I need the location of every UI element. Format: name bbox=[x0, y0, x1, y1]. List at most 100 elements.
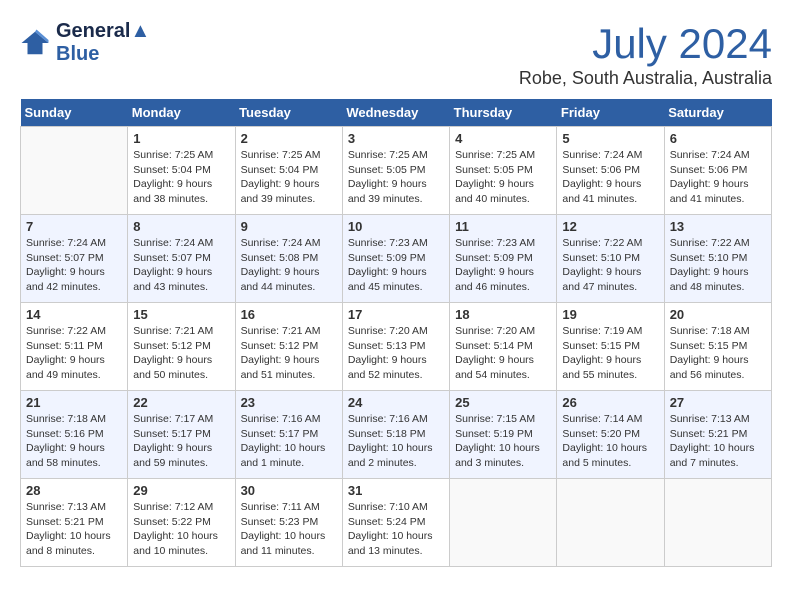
calendar-cell: 12 Sunrise: 7:22 AMSunset: 5:10 PMDayligh… bbox=[557, 215, 664, 303]
day-number: 29 bbox=[133, 483, 229, 498]
day-info: Sunrise: 7:23 AMSunset: 5:09 PMDaylight:… bbox=[348, 236, 444, 295]
day-number: 1 bbox=[133, 131, 229, 146]
day-number: 11 bbox=[455, 219, 551, 234]
day-info: Sunrise: 7:14 AMSunset: 5:20 PMDaylight:… bbox=[562, 412, 658, 471]
day-number: 5 bbox=[562, 131, 658, 146]
day-number: 4 bbox=[455, 131, 551, 146]
day-info: Sunrise: 7:18 AMSunset: 5:16 PMDaylight:… bbox=[26, 412, 122, 471]
day-number: 20 bbox=[670, 307, 766, 322]
calendar-cell: 24 Sunrise: 7:16 AMSunset: 5:18 PMDayligh… bbox=[342, 391, 449, 479]
calendar-day-header: Friday bbox=[557, 99, 664, 127]
day-info: Sunrise: 7:16 AMSunset: 5:17 PMDaylight:… bbox=[241, 412, 337, 471]
calendar-cell: 4Sunrise: 7:25 AMSunset: 5:05 PMDaylight… bbox=[450, 127, 557, 215]
day-info: Sunrise: 7:24 AMSunset: 5:06 PMDaylight:… bbox=[670, 148, 766, 207]
calendar-cell bbox=[557, 479, 664, 567]
calendar-header-row: SundayMondayTuesdayWednesdayThursdayFrid… bbox=[21, 99, 772, 127]
day-info: Sunrise: 7:23 AMSunset: 5:09 PMDaylight:… bbox=[455, 236, 551, 295]
calendar-week-row: 21 Sunrise: 7:18 AMSunset: 5:16 PMDayligh… bbox=[21, 391, 772, 479]
day-info: Sunrise: 7:24 AMSunset: 5:08 PMDaylight:… bbox=[241, 236, 337, 295]
day-number: 9 bbox=[241, 219, 337, 234]
day-number: 22 bbox=[133, 395, 229, 410]
day-info: Sunrise: 7:25 AMSunset: 5:04 PMDaylight:… bbox=[241, 148, 337, 207]
day-number: 24 bbox=[348, 395, 444, 410]
day-number: 3 bbox=[348, 131, 444, 146]
calendar-cell: 11 Sunrise: 7:23 AMSunset: 5:09 PMDayligh… bbox=[450, 215, 557, 303]
day-number: 25 bbox=[455, 395, 551, 410]
day-number: 18 bbox=[455, 307, 551, 322]
day-number: 19 bbox=[562, 307, 658, 322]
day-info: Sunrise: 7:21 AMSunset: 5:12 PMDaylight:… bbox=[241, 324, 337, 383]
day-info: Sunrise: 7:11 AMSunset: 5:23 PMDaylight:… bbox=[241, 500, 337, 559]
calendar-week-row: 7 Sunrise: 7:24 AMSunset: 5:07 PMDaylight… bbox=[21, 215, 772, 303]
day-info: Sunrise: 7:24 AMSunset: 5:07 PMDaylight:… bbox=[26, 236, 122, 295]
logo-text: General▲ Blue bbox=[56, 20, 150, 66]
logo: General▲ Blue bbox=[20, 20, 150, 66]
day-number: 8 bbox=[133, 219, 229, 234]
calendar-cell: 14 Sunrise: 7:22 AMSunset: 5:11 PMDayligh… bbox=[21, 303, 128, 391]
calendar-cell: 23 Sunrise: 7:16 AMSunset: 5:17 PMDayligh… bbox=[235, 391, 342, 479]
day-info: Sunrise: 7:22 AMSunset: 5:10 PMDaylight:… bbox=[670, 236, 766, 295]
day-info: Sunrise: 7:19 AMSunset: 5:15 PMDaylight:… bbox=[562, 324, 658, 383]
calendar-cell: 21 Sunrise: 7:18 AMSunset: 5:16 PMDayligh… bbox=[21, 391, 128, 479]
calendar-day-header: Sunday bbox=[21, 99, 128, 127]
day-info: Sunrise: 7:22 AMSunset: 5:10 PMDaylight:… bbox=[562, 236, 658, 295]
day-info: Sunrise: 7:13 AMSunset: 5:21 PMDaylight:… bbox=[670, 412, 766, 471]
day-number: 23 bbox=[241, 395, 337, 410]
calendar-cell: 22 Sunrise: 7:17 AMSunset: 5:17 PMDayligh… bbox=[128, 391, 235, 479]
day-info: Sunrise: 7:24 AMSunset: 5:06 PMDaylight:… bbox=[562, 148, 658, 207]
day-info: Sunrise: 7:20 AMSunset: 5:13 PMDaylight:… bbox=[348, 324, 444, 383]
day-number: 7 bbox=[26, 219, 122, 234]
day-number: 21 bbox=[26, 395, 122, 410]
calendar-cell: 7 Sunrise: 7:24 AMSunset: 5:07 PMDaylight… bbox=[21, 215, 128, 303]
day-info: Sunrise: 7:25 AMSunset: 5:05 PMDaylight:… bbox=[348, 148, 444, 207]
calendar-cell: 6Sunrise: 7:24 AMSunset: 5:06 PMDaylight… bbox=[664, 127, 771, 215]
calendar-cell: 31Sunrise: 7:10 AMSunset: 5:24 PMDayligh… bbox=[342, 479, 449, 567]
calendar-cell: 16 Sunrise: 7:21 AMSunset: 5:12 PMDayligh… bbox=[235, 303, 342, 391]
calendar-day-header: Thursday bbox=[450, 99, 557, 127]
calendar-week-row: 1 Sunrise: 7:25 AMSunset: 5:04 PMDaylight… bbox=[21, 127, 772, 215]
day-info: Sunrise: 7:15 AMSunset: 5:19 PMDaylight:… bbox=[455, 412, 551, 471]
calendar-cell: 15 Sunrise: 7:21 AMSunset: 5:12 PMDayligh… bbox=[128, 303, 235, 391]
day-number: 15 bbox=[133, 307, 229, 322]
day-info: Sunrise: 7:20 AMSunset: 5:14 PMDaylight:… bbox=[455, 324, 551, 383]
calendar-cell: 26Sunrise: 7:14 AMSunset: 5:20 PMDayligh… bbox=[557, 391, 664, 479]
day-info: Sunrise: 7:24 AMSunset: 5:07 PMDaylight:… bbox=[133, 236, 229, 295]
day-number: 12 bbox=[562, 219, 658, 234]
calendar-cell: 19 Sunrise: 7:19 AMSunset: 5:15 PMDayligh… bbox=[557, 303, 664, 391]
calendar-cell: 8 Sunrise: 7:24 AMSunset: 5:07 PMDaylight… bbox=[128, 215, 235, 303]
calendar-cell: 17Sunrise: 7:20 AMSunset: 5:13 PMDayligh… bbox=[342, 303, 449, 391]
day-info: Sunrise: 7:25 AMSunset: 5:04 PMDaylight:… bbox=[133, 148, 229, 207]
calendar-cell: 27Sunrise: 7:13 AMSunset: 5:21 PMDayligh… bbox=[664, 391, 771, 479]
location-title: Robe, South Australia, Australia bbox=[519, 68, 772, 89]
calendar-cell: 18 Sunrise: 7:20 AMSunset: 5:14 PMDayligh… bbox=[450, 303, 557, 391]
calendar-week-row: 28Sunrise: 7:13 AMSunset: 5:21 PMDayligh… bbox=[21, 479, 772, 567]
calendar-cell: 30 Sunrise: 7:11 AMSunset: 5:23 PMDayligh… bbox=[235, 479, 342, 567]
day-number: 2 bbox=[241, 131, 337, 146]
calendar-cell: 13 Sunrise: 7:22 AMSunset: 5:10 PMDayligh… bbox=[664, 215, 771, 303]
calendar-day-header: Tuesday bbox=[235, 99, 342, 127]
day-info: Sunrise: 7:22 AMSunset: 5:11 PMDaylight:… bbox=[26, 324, 122, 383]
calendar-cell: 20Sunrise: 7:18 AMSunset: 5:15 PMDayligh… bbox=[664, 303, 771, 391]
title-section: July 2024 Robe, South Australia, Austral… bbox=[519, 20, 772, 89]
calendar-week-row: 14 Sunrise: 7:22 AMSunset: 5:11 PMDayligh… bbox=[21, 303, 772, 391]
day-number: 14 bbox=[26, 307, 122, 322]
calendar-cell: 29Sunrise: 7:12 AMSunset: 5:22 PMDayligh… bbox=[128, 479, 235, 567]
day-info: Sunrise: 7:16 AMSunset: 5:18 PMDaylight:… bbox=[348, 412, 444, 471]
calendar-cell: 1 Sunrise: 7:25 AMSunset: 5:04 PMDaylight… bbox=[128, 127, 235, 215]
day-number: 31 bbox=[348, 483, 444, 498]
page-header: General▲ Blue July 2024 Robe, South Aust… bbox=[20, 20, 772, 89]
calendar-cell: 9 Sunrise: 7:24 AMSunset: 5:08 PMDaylight… bbox=[235, 215, 342, 303]
day-info: Sunrise: 7:21 AMSunset: 5:12 PMDaylight:… bbox=[133, 324, 229, 383]
day-info: Sunrise: 7:17 AMSunset: 5:17 PMDaylight:… bbox=[133, 412, 229, 471]
calendar-cell bbox=[664, 479, 771, 567]
logo-icon bbox=[20, 28, 50, 58]
day-number: 16 bbox=[241, 307, 337, 322]
calendar-cell: 2 Sunrise: 7:25 AMSunset: 5:04 PMDaylight… bbox=[235, 127, 342, 215]
day-number: 13 bbox=[670, 219, 766, 234]
calendar-cell: 10Sunrise: 7:23 AMSunset: 5:09 PMDayligh… bbox=[342, 215, 449, 303]
calendar-cell bbox=[450, 479, 557, 567]
calendar-day-header: Monday bbox=[128, 99, 235, 127]
day-number: 30 bbox=[241, 483, 337, 498]
calendar-cell bbox=[21, 127, 128, 215]
calendar-day-header: Saturday bbox=[664, 99, 771, 127]
